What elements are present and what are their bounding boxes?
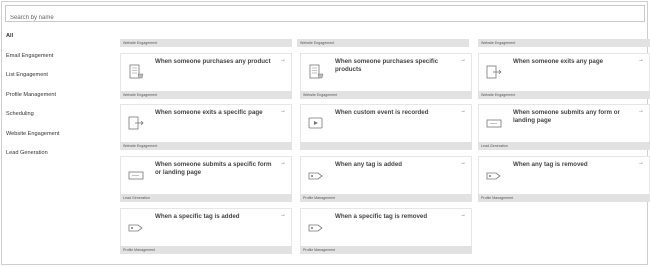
card-category-label: Lead Generation — [478, 142, 650, 150]
card-category-label: Website Engagement — [120, 91, 292, 99]
arrow-right-icon: → — [460, 57, 466, 63]
sidebar-item-website-engagement[interactable]: Website Engagement — [6, 130, 106, 150]
tag-icon — [485, 167, 503, 183]
sidebar-item-list-engagement[interactable]: List Engagement — [6, 71, 106, 91]
trigger-title: When someone submits a specific form or … — [155, 161, 272, 176]
search-input[interactable] — [6, 10, 644, 26]
card-category-label: Profile Management — [478, 194, 650, 202]
category-sidebar: All Email Engagement List Engagement Pro… — [6, 32, 106, 169]
trigger-title: When a specific tag is added — [155, 213, 240, 220]
exit-page-icon — [485, 64, 503, 80]
trigger-title: When any tag is added — [335, 161, 403, 168]
arrow-right-icon: → — [460, 212, 466, 218]
card-category-label: Website Engagement — [478, 39, 650, 47]
arrow-right-icon: → — [460, 160, 466, 166]
card-category-label: Profile Management — [300, 194, 472, 202]
trigger-title: When someone exits a specific page — [155, 109, 263, 116]
trigger-title: When any tag is removed — [513, 161, 588, 168]
purchase-icon — [127, 64, 145, 80]
arrow-right-icon: → — [638, 57, 644, 63]
card-category-label: Website Engagement — [120, 39, 292, 47]
video-event-icon — [307, 115, 325, 131]
arrow-right-icon: → — [638, 108, 644, 114]
tag-icon — [307, 167, 325, 183]
exit-page-icon — [127, 115, 145, 131]
sidebar-item-profile-management[interactable]: Profile Management — [6, 91, 106, 111]
arrow-right-icon: → — [460, 108, 466, 114]
trigger-title: When someone purchases specific products — [335, 58, 439, 73]
card-category-label — [300, 142, 472, 150]
arrow-right-icon: → — [280, 160, 286, 166]
form-icon — [127, 167, 145, 183]
card-category-label: Website Engagement — [120, 142, 292, 150]
trigger-title: When someone purchases any product — [155, 58, 271, 65]
card-category-label: Website Engagement — [478, 91, 650, 99]
tag-icon — [127, 219, 145, 235]
card-category-label: Lead Generation — [120, 194, 292, 202]
trigger-title: When someone submits any form or landing… — [513, 109, 620, 124]
trigger-title: When someone exits any page — [513, 58, 604, 65]
sidebar-item-all[interactable]: All — [6, 32, 106, 52]
sidebar-item-scheduling[interactable]: Scheduling — [6, 110, 106, 130]
card-category-label: Profile Management — [120, 246, 292, 254]
sidebar-item-lead-generation[interactable]: Lead Generation — [6, 149, 106, 169]
search-box[interactable] — [5, 5, 645, 26]
form-icon — [485, 115, 503, 131]
arrow-right-icon: → — [280, 212, 286, 218]
card-category-label: Website Engagement — [297, 39, 469, 47]
arrow-right-icon: → — [638, 160, 644, 166]
trigger-title: When custom event is recorded — [335, 109, 429, 116]
card-category-label: Profile Management — [300, 246, 472, 254]
trigger-title: When a specific tag is removed — [335, 213, 428, 220]
arrow-right-icon: → — [280, 108, 286, 114]
sidebar-item-email-engagement[interactable]: Email Engagement — [6, 52, 106, 72]
automation-trigger-panel: All Email Engagement List Engagement Pro… — [1, 1, 650, 265]
purchase-icon — [307, 64, 325, 80]
tag-icon — [307, 219, 325, 235]
arrow-right-icon: → — [280, 57, 286, 63]
card-category-label: Website Engagement — [300, 91, 472, 99]
